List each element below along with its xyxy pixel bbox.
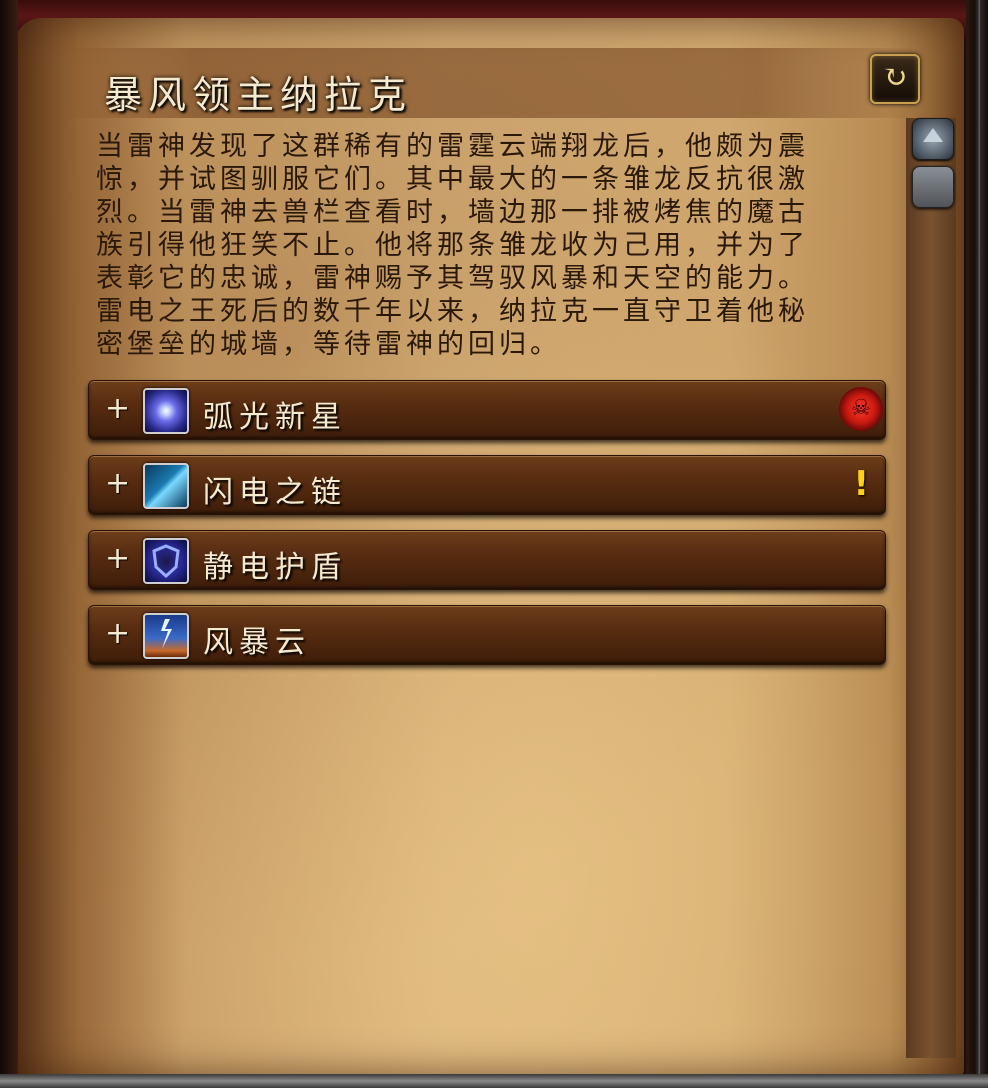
chain-lightning-icon xyxy=(143,463,189,509)
expand-icon[interactable]: + xyxy=(105,541,130,576)
storm-cloud-icon xyxy=(143,613,189,659)
expand-icon[interactable]: + xyxy=(105,391,130,426)
ability-row-static-shield[interactable]: + 静电护盾 xyxy=(88,530,886,590)
ability-label: 弧光新星 xyxy=(203,400,347,435)
ability-row-chain-lightning[interactable]: + 闪电之链 ! xyxy=(88,455,886,515)
boss-description: 当雷神发现了这群稀有的雷霆云端翔龙后，他颇为震 惊，并试图驯服它们。其中最大的一… xyxy=(96,131,809,360)
expand-icon[interactable]: + xyxy=(105,616,130,651)
window-frame-left xyxy=(0,0,18,1088)
arrow-up-icon xyxy=(923,128,943,142)
boss-title: 暴风领主纳拉克 xyxy=(104,73,413,117)
window-frame-bottom xyxy=(0,1074,988,1088)
ability-label: 闪电之链 xyxy=(203,475,347,510)
important-icon: ! xyxy=(853,464,869,504)
ability-label: 风暴云 xyxy=(203,625,311,660)
ability-row-arc-nova[interactable]: + 弧光新星 ☠ xyxy=(88,380,886,440)
arc-nova-icon xyxy=(143,388,189,434)
reset-icon: ↻ xyxy=(882,60,908,95)
static-shield-icon xyxy=(143,538,189,584)
scroll-up-button[interactable] xyxy=(912,118,954,160)
scrollbar-thumb[interactable] xyxy=(912,166,954,208)
ability-label: 静电护盾 xyxy=(203,550,347,585)
expand-icon[interactable]: + xyxy=(105,466,130,501)
window-frame-right xyxy=(966,0,988,1088)
deadly-skull-icon: ☠ xyxy=(839,387,883,431)
scrollbar-track[interactable] xyxy=(906,118,956,1058)
ability-row-storm-cloud[interactable]: + 风暴云 xyxy=(88,605,886,665)
reset-button[interactable]: ↻ xyxy=(870,54,920,104)
